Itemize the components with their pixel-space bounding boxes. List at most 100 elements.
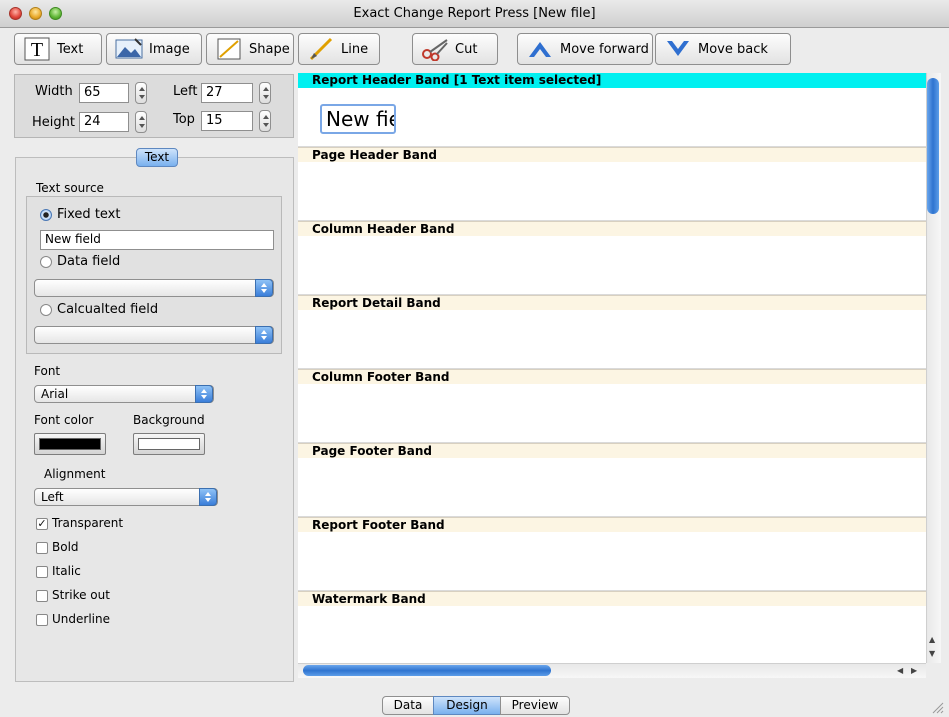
height-stepper[interactable] [135, 111, 147, 133]
calculated-field-radio[interactable] [40, 304, 52, 316]
italic-label: Italic [52, 564, 81, 578]
band-title: Column Footer Band [298, 369, 926, 384]
report-detail-band[interactable]: Report Detail Band [298, 295, 926, 369]
line-tool-button[interactable]: Line [298, 33, 380, 65]
chevron-down-icon [664, 36, 692, 62]
move-forward-label: Move forward [560, 41, 649, 57]
band-title: Page Header Band [298, 147, 926, 162]
horizontal-scroll-thumb[interactable] [303, 665, 551, 676]
top-stepper[interactable] [259, 110, 271, 132]
selected-text-item[interactable]: New fie [320, 104, 396, 134]
text-tool-icon: T [23, 36, 51, 62]
popup-arrows-icon [255, 326, 273, 344]
italic-checkbox[interactable] [36, 566, 48, 578]
popup-arrows-icon [195, 385, 213, 403]
band-title: Report Detail Band [298, 295, 926, 310]
scroll-up-icon[interactable]: ▲ [929, 636, 935, 644]
line-tool-icon [307, 36, 335, 62]
design-canvas[interactable]: Report Header Band [1 Text item selected… [298, 73, 926, 663]
text-source-label: Text source [36, 181, 104, 195]
alignment-select-value: Left [41, 490, 64, 504]
alignment-label: Alignment [44, 467, 106, 481]
tab-design[interactable]: Design [433, 696, 501, 715]
bold-label: Bold [52, 540, 79, 554]
band-title: Report Header Band [1 Text item selected… [298, 73, 926, 88]
left-field[interactable]: 27 [201, 83, 253, 103]
page-header-band[interactable]: Page Header Band [298, 147, 926, 221]
width-field[interactable]: 65 [79, 83, 129, 103]
underline-checkbox[interactable] [36, 614, 48, 626]
text-tool-button[interactable]: T Text [14, 33, 102, 65]
calculated-field-label: Calcualted field [57, 302, 159, 317]
watermark-band[interactable]: Watermark Band [298, 591, 926, 663]
bold-checkbox[interactable] [36, 542, 48, 554]
line-tool-label: Line [341, 41, 369, 57]
data-field-select[interactable] [34, 279, 274, 297]
shape-tool-icon [215, 36, 243, 62]
tab-text[interactable]: Text [136, 148, 178, 167]
band-title: Watermark Band [298, 591, 926, 606]
move-back-label: Move back [698, 41, 768, 57]
font-select[interactable]: Arial [34, 385, 214, 403]
popup-arrows-icon [199, 488, 217, 506]
page-footer-band[interactable]: Page Footer Band [298, 443, 926, 517]
image-tool-icon [115, 36, 143, 62]
resize-grip-icon[interactable] [930, 700, 944, 714]
dimensions-panel: Width 65 Left 27 Height 24 Top 15 [14, 74, 294, 138]
report-footer-band[interactable]: Report Footer Band [298, 517, 926, 591]
background-label: Background [133, 413, 205, 427]
font-color-label: Font color [34, 413, 94, 427]
window-title: Exact Change Report Press [New file] [353, 6, 596, 21]
column-header-band[interactable]: Column Header Band [298, 221, 926, 295]
band-title: Report Footer Band [298, 517, 926, 532]
cut-label: Cut [455, 41, 478, 57]
font-color-well[interactable] [34, 433, 106, 455]
report-header-band[interactable]: Report Header Band [1 Text item selected… [298, 73, 926, 147]
height-label: Height [32, 115, 75, 130]
cut-button[interactable]: Cut [412, 33, 498, 65]
data-field-label: Data field [57, 254, 121, 269]
scroll-down-icon[interactable]: ▼ [929, 650, 935, 658]
transparent-label: Transparent [52, 516, 124, 530]
fixed-text-label: Fixed text [57, 207, 121, 222]
chevron-up-icon [526, 36, 554, 62]
background-color-swatch [138, 438, 200, 450]
column-footer-band[interactable]: Column Footer Band [298, 369, 926, 443]
fixed-text-input[interactable]: New field [40, 230, 274, 250]
strike-out-label: Strike out [52, 588, 110, 602]
text-tool-label: Text [57, 41, 84, 57]
font-label: Font [34, 364, 61, 378]
band-title: Page Footer Band [298, 443, 926, 458]
width-label: Width [35, 84, 73, 99]
scroll-right-icon[interactable]: ▶ [911, 667, 917, 675]
font-select-value: Arial [41, 387, 69, 401]
background-color-well[interactable] [133, 433, 205, 455]
data-field-radio[interactable] [40, 256, 52, 268]
left-stepper[interactable] [259, 82, 271, 104]
scissors-icon [421, 36, 449, 62]
height-field[interactable]: 24 [79, 112, 129, 132]
transparent-checkbox[interactable]: ✓ [36, 518, 48, 530]
strike-out-checkbox[interactable] [36, 590, 48, 602]
top-field[interactable]: 15 [201, 111, 253, 131]
top-label: Top [173, 112, 195, 127]
popup-arrows-icon [255, 279, 273, 297]
tab-data[interactable]: Data [382, 696, 434, 715]
vertical-scroll-thumb[interactable] [927, 78, 939, 214]
shape-tool-button[interactable]: Shape [206, 33, 294, 65]
band-title: Column Header Band [298, 221, 926, 236]
move-back-button[interactable]: Move back [655, 33, 791, 65]
title-bar: Exact Change Report Press [New file] [0, 0, 949, 28]
move-forward-button[interactable]: Move forward [517, 33, 653, 65]
left-label: Left [173, 84, 198, 99]
svg-text:T: T [31, 39, 43, 61]
width-stepper[interactable] [135, 82, 147, 104]
tab-preview[interactable]: Preview [500, 696, 570, 715]
font-color-swatch [39, 438, 101, 450]
alignment-select[interactable]: Left [34, 488, 218, 506]
calculated-field-select[interactable] [34, 326, 274, 344]
scroll-left-icon[interactable]: ◀ [897, 667, 903, 675]
image-tool-button[interactable]: Image [106, 33, 202, 65]
shape-tool-label: Shape [249, 41, 290, 57]
fixed-text-radio[interactable] [40, 209, 52, 221]
